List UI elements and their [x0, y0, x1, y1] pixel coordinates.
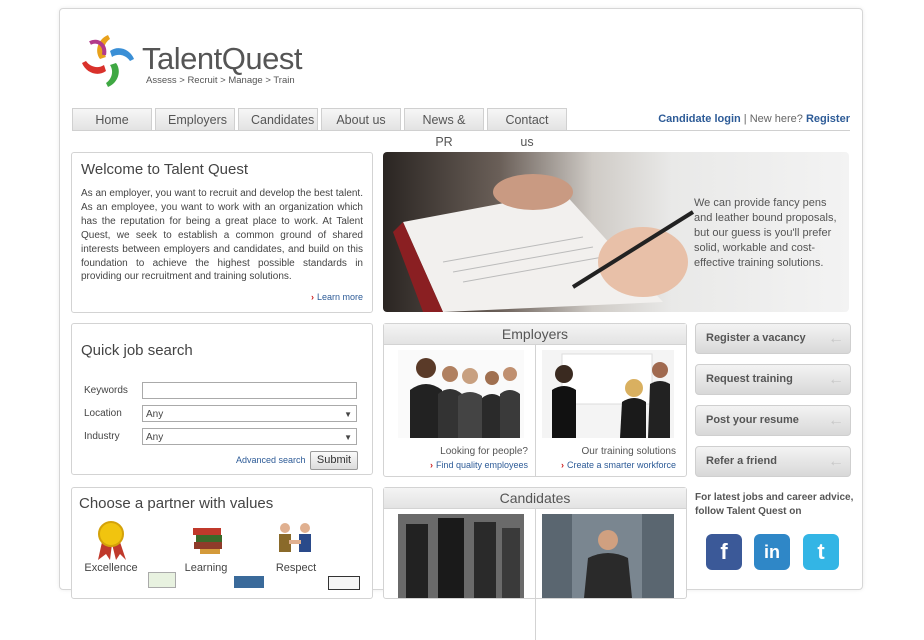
quick-job-search-title: Quick job search — [81, 342, 193, 359]
handshake-people-icon — [279, 523, 311, 552]
arrow-right-icon: › — [429, 460, 433, 470]
meditating-businessman-image — [542, 514, 674, 598]
looking-for-people-text: Looking for people? — [440, 446, 528, 457]
learn-more-label: Learn more — [316, 292, 363, 302]
learn-more-link[interactable]: › Learn more — [311, 292, 363, 302]
keywords-label: Keywords — [84, 385, 128, 396]
employers-title: Employers — [384, 324, 686, 345]
advanced-search-link[interactable]: Advanced search — [236, 455, 306, 465]
smarter-workforce-link[interactable]: › Create a smarter workforce — [536, 460, 676, 470]
arrow-right-icon: › — [560, 460, 564, 470]
follow-text: For latest jobs and career advice, follo… — [695, 492, 854, 517]
twitter-icon[interactable]: t — [803, 534, 839, 570]
candidates-panel: Candidates — [383, 487, 687, 640]
linkedin-icon[interactable]: in — [754, 534, 790, 570]
brand-tagline: Assess > Recruit > Manage > Train — [146, 75, 295, 86]
smarter-workforce-label: Create a smarter workforce — [566, 460, 676, 470]
award-ribbon-icon — [98, 521, 126, 560]
employers-divider — [535, 344, 536, 476]
candidates-title: Candidates — [384, 488, 686, 509]
location-value: Any — [146, 409, 164, 420]
page-container: TalentQuest Assess > Recruit > Manage > … — [59, 8, 863, 640]
main-nav: Home Employers Candidates About us News … — [72, 108, 567, 149]
quick-job-search-box: Quick job search Keywords Location Any ▼ … — [71, 323, 373, 475]
industry-select[interactable]: Any ▼ — [142, 428, 357, 445]
tab-home[interactable]: Home — [72, 108, 152, 131]
facebook-icon[interactable]: f — [706, 534, 742, 570]
refer-friend-label: Refer a friend — [706, 455, 777, 467]
location-label: Location — [84, 408, 122, 419]
request-training-button[interactable]: Request training ← — [695, 364, 851, 395]
signing-document-image — [393, 174, 695, 312]
brand-name-part2: Quest — [221, 41, 303, 76]
checkmark-icon — [148, 572, 176, 588]
values-box: Choose a partner with values Excellence … — [71, 487, 373, 599]
welcome-body: As an employer, you want to recruit and … — [81, 188, 363, 283]
document-icon — [328, 576, 360, 590]
books-icon — [193, 528, 222, 554]
value-excellence: Excellence — [84, 562, 138, 574]
training-solutions-text: Our training solutions — [581, 446, 677, 457]
value-respect: Respect — [275, 562, 317, 574]
nav-divider — [72, 130, 850, 131]
hero-text: We can provide fancy pens and leather bo… — [694, 197, 837, 269]
register-vacancy-button[interactable]: Register a vacancy ← — [695, 323, 851, 354]
book-icon — [234, 576, 264, 588]
register-link[interactable]: Register — [806, 113, 850, 125]
request-training-label: Request training — [706, 373, 793, 385]
hero-banner: We can provide fancy pens and leather bo… — [383, 152, 849, 312]
location-select[interactable]: Any ▼ — [142, 405, 357, 422]
training-session-image — [542, 350, 674, 438]
chevron-down-icon: ▼ — [344, 433, 352, 442]
login-separator: | New here? — [740, 113, 806, 125]
brand-name-part1: Talent — [142, 41, 222, 76]
welcome-box: Welcome to Talent Quest As an employer, … — [71, 152, 373, 313]
value-learning: Learning — [184, 562, 228, 574]
tab-news-pr[interactable]: News & PR — [404, 108, 484, 149]
register-vacancy-label: Register a vacancy — [706, 332, 806, 344]
business-team-image — [398, 350, 524, 438]
refer-friend-button[interactable]: Refer a friend ← — [695, 446, 851, 477]
candidates-divider — [535, 508, 536, 640]
industry-label: Industry — [84, 431, 120, 442]
find-quality-employees-label: Find quality employees — [435, 460, 528, 470]
arrow-left-icon: ← — [828, 330, 844, 347]
login-area: Candidate login | New here? Register — [658, 113, 850, 125]
business-people-walking-image — [398, 514, 524, 598]
industry-value: Any — [146, 432, 164, 443]
employers-panel: Employers Looking for people? › Find qual… — [383, 323, 687, 477]
post-resume-label: Post your resume — [706, 414, 799, 426]
values-title: Choose a partner with values — [79, 495, 274, 512]
tab-employers[interactable]: Employers — [155, 108, 235, 131]
submit-button[interactable]: Submit — [310, 451, 358, 470]
arrow-left-icon: ← — [828, 412, 844, 429]
chevron-down-icon: ▼ — [344, 410, 352, 419]
keywords-input[interactable] — [142, 382, 357, 399]
find-quality-employees-link[interactable]: › Find quality employees — [388, 460, 528, 470]
arrow-left-icon: ← — [828, 371, 844, 388]
tab-contact-us[interactable]: Contact us — [487, 108, 567, 149]
arrow-left-icon: ← — [828, 453, 844, 470]
candidate-login-link[interactable]: Candidate login — [658, 113, 741, 125]
tab-about-us[interactable]: About us — [321, 108, 401, 131]
post-resume-button[interactable]: Post your resume ← — [695, 405, 851, 436]
tab-candidates[interactable]: Candidates — [238, 108, 318, 131]
talentquest-logo-icon[interactable] — [76, 29, 140, 93]
welcome-title: Welcome to Talent Quest — [81, 161, 249, 178]
arrow-right-icon: › — [310, 292, 314, 302]
brand-name: TalentQuest — [142, 41, 302, 77]
